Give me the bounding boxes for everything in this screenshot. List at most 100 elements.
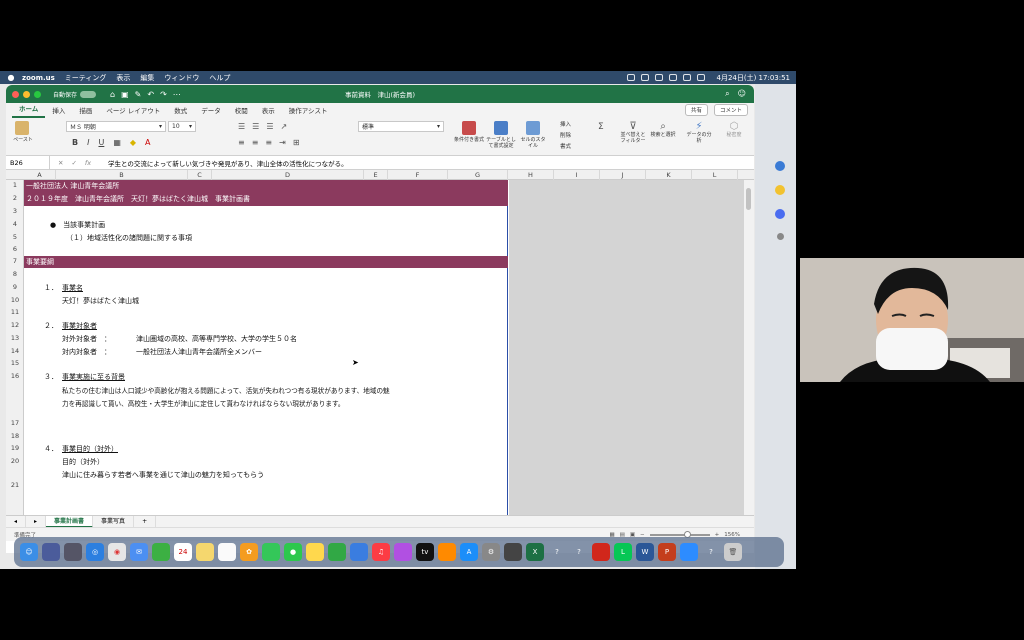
formula-input[interactable]: 学生との交流によって新しい気づきや発見があり、津山全体の活性化につながる。	[108, 158, 754, 168]
sheet-tab-plan[interactable]: 事業計画書	[46, 515, 94, 528]
bold-icon[interactable]: B	[72, 138, 78, 147]
tab-formulas[interactable]: 数式	[167, 105, 194, 118]
add-sheet-icon[interactable]: +	[134, 515, 157, 528]
status-icon[interactable]	[654, 74, 663, 81]
underline-icon[interactable]: U	[98, 138, 104, 147]
zoom-icon[interactable]	[680, 543, 698, 561]
row-header[interactable]: 13	[6, 333, 24, 343]
row-header[interactable]: 8	[6, 269, 24, 279]
cell-value[interactable]: 津山に住み暮らす若者へ事業を通じて津山の魅力を知ってもらう	[62, 470, 264, 480]
row-header[interactable]: 6	[6, 244, 24, 254]
cell-value[interactable]: 天灯！夢はばたく津山城	[62, 296, 139, 306]
next-sheet-icon[interactable]: ▸	[26, 515, 47, 528]
app-icon[interactable]	[775, 209, 785, 219]
launchpad-icon[interactable]	[64, 543, 82, 561]
name-box[interactable]: B26	[6, 156, 50, 169]
analyze-data-button[interactable]: ⚡ データの分析	[686, 121, 712, 144]
pages-icon[interactable]	[306, 543, 324, 561]
row-header[interactable]: 17	[6, 418, 24, 428]
zoom-slider[interactable]	[649, 530, 710, 538]
column-header[interactable]: B	[56, 170, 188, 180]
column-header[interactable]: L	[692, 170, 738, 180]
cell-number[interactable]: ２．	[44, 321, 58, 331]
menu-help[interactable]: ヘルプ	[209, 73, 230, 83]
align-bottom-icon[interactable]: ☰	[266, 122, 273, 131]
podcasts-icon[interactable]	[394, 543, 412, 561]
prev-sheet-icon[interactable]: ◂	[6, 515, 27, 528]
row-header[interactable]: 18	[6, 431, 24, 441]
cell-number[interactable]: ３．	[44, 372, 58, 382]
cell-heading[interactable]: 事業名	[62, 283, 83, 293]
menu-view[interactable]: 表示	[116, 73, 130, 83]
row-header[interactable]: 15	[6, 358, 24, 368]
align-center-icon[interactable]: ≡	[252, 138, 259, 147]
keynote-icon[interactable]	[350, 543, 368, 561]
mail-icon[interactable]: ✉	[130, 543, 148, 561]
column-header[interactable]: C	[188, 170, 212, 180]
border-icon[interactable]: ▦	[113, 138, 121, 147]
menu-meeting[interactable]: ミーティング	[65, 73, 107, 83]
chrome-icon[interactable]: ◉	[108, 543, 126, 561]
edit-icon[interactable]: ✎	[135, 90, 142, 99]
app-icon[interactable]	[504, 543, 522, 561]
maximize-icon[interactable]	[34, 90, 41, 98]
cell-value[interactable]: 一般社団法人津山青年会議所全メンバー	[136, 347, 262, 357]
row-header[interactable]: 21	[6, 480, 24, 490]
column-header[interactable]: I	[554, 170, 600, 180]
comment-button[interactable]: コメント	[713, 104, 748, 116]
row-header[interactable]: 1	[6, 180, 24, 190]
status-icon[interactable]	[668, 74, 677, 81]
cell-label[interactable]: 対外対象者 ：	[62, 334, 111, 344]
more-icon[interactable]: ⋯	[173, 90, 181, 99]
column-header[interactable]: F	[388, 170, 448, 180]
minimize-icon[interactable]	[23, 90, 30, 98]
row-header[interactable]: 20	[6, 456, 24, 466]
safari-icon[interactable]: ◎	[86, 543, 104, 561]
trash-icon[interactable]: 🗑	[724, 543, 742, 561]
indent-icon[interactable]: ⇥	[279, 138, 286, 147]
row-header[interactable]: 2	[6, 193, 24, 203]
cell-issue[interactable]: （１）地域活性化の諸問題に関する事項	[66, 233, 192, 243]
vertical-scrollbar[interactable]	[744, 180, 754, 515]
font-name-select[interactable]: ＭＳ 明朝 ▾	[66, 121, 166, 132]
align-middle-icon[interactable]: ☰	[252, 122, 259, 131]
autosave-toggle[interactable]: 自動保存	[53, 90, 97, 99]
reminders-icon[interactable]	[218, 543, 236, 561]
menu-window[interactable]: ウィンドウ	[164, 73, 199, 83]
row-header[interactable]: 11	[6, 307, 24, 317]
cell-label[interactable]: 対内対象者 ：	[62, 347, 111, 357]
tab-page-layout[interactable]: ページ レイアウト	[99, 105, 167, 118]
siri-icon[interactable]	[42, 543, 60, 561]
cancel-icon[interactable]: ✕	[58, 159, 63, 167]
align-top-icon[interactable]: ☰	[238, 122, 245, 131]
merge-icon[interactable]: ⊞	[293, 138, 300, 147]
row-header[interactable]: 19	[6, 443, 24, 453]
tab-home[interactable]: ホーム	[12, 103, 46, 118]
row-header[interactable]: 12	[6, 320, 24, 330]
find-select-button[interactable]: ⌕ 検索と選択	[650, 121, 676, 138]
sensitivity-button[interactable]: ⬡ 秘密度	[722, 121, 746, 138]
column-header[interactable]: D	[212, 170, 364, 180]
cell-value[interactable]: 目的（対外）	[62, 457, 104, 467]
word-icon[interactable]: W	[636, 543, 654, 561]
font-color-icon[interactable]: A	[145, 138, 150, 147]
column-header[interactable]: E	[364, 170, 388, 180]
tab-view[interactable]: 表示	[255, 105, 282, 118]
number-format-select[interactable]: 標準 ▾	[358, 121, 444, 132]
cell-style-button[interactable]: セルのスタイル	[520, 121, 546, 149]
cell-heading[interactable]: 事業目的（対外）	[62, 444, 118, 454]
delete-cells-button[interactable]: 削除	[560, 131, 571, 142]
sheet-tab-photos[interactable]: 事業写真	[93, 515, 135, 528]
tab-data[interactable]: データ	[194, 105, 228, 118]
status-icon[interactable]	[626, 74, 635, 81]
menubar-clock[interactable]: 4月24日(土) 17:03:51	[717, 73, 791, 83]
enter-icon[interactable]: ✓	[71, 159, 76, 167]
outside-print-area[interactable]	[509, 180, 744, 515]
numbers-icon[interactable]	[328, 543, 346, 561]
row-header[interactable]: 7	[6, 256, 24, 266]
column-header[interactable]: A	[24, 170, 56, 180]
tab-insert[interactable]: 挿入	[45, 105, 72, 118]
cell-plan-title[interactable]: ２０１９年度 津山青年会議所 天灯！夢はばたく津山城 事業計画書	[26, 194, 250, 204]
menu-app[interactable]: zoom.us	[22, 74, 55, 82]
cell-section-title[interactable]: 事業要綱	[26, 257, 54, 267]
